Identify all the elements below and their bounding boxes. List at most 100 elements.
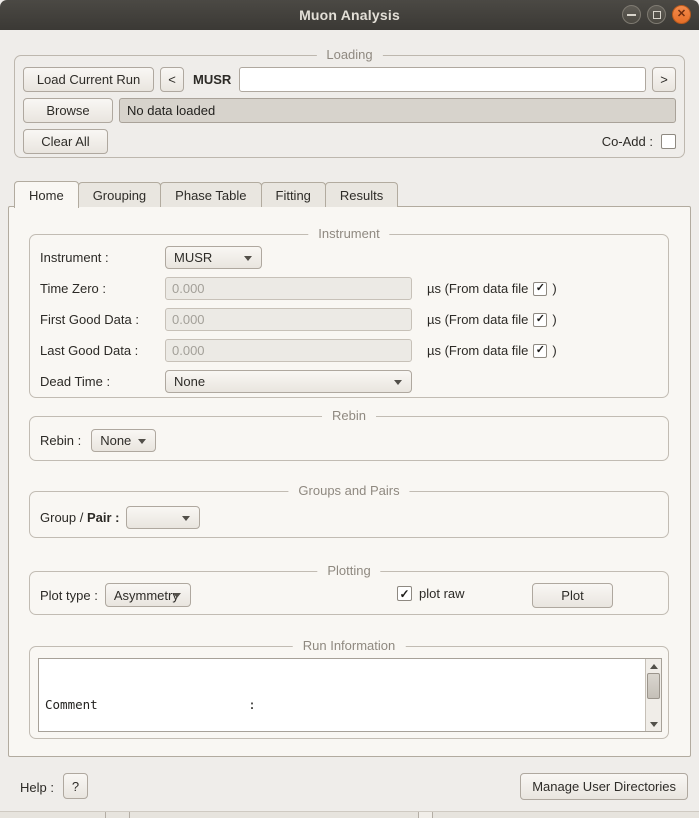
close-icon: ✕ — [677, 9, 686, 20]
tab-phase-table[interactable]: Phase Table — [160, 182, 261, 207]
run-information-textarea[interactable]: Comment : Start : Log not found End : Lo… — [38, 658, 662, 732]
scroll-up-icon — [650, 664, 658, 669]
help-label: Help : — [20, 780, 54, 795]
minimize-icon — [627, 14, 636, 16]
plot-raw-checkbox[interactable]: ✓ — [397, 586, 412, 601]
previous-run-button[interactable]: < — [160, 67, 184, 92]
check-icon: ✓ — [536, 283, 545, 294]
coadd-group: Co-Add : — [602, 134, 676, 149]
run-info-line-comment: Comment : — [45, 696, 641, 714]
plot-raw-label: plot raw — [419, 586, 465, 601]
dead-time-row: Dead Time : None — [40, 370, 658, 393]
rebin-row: Rebin : None — [40, 429, 658, 452]
tab-grouping[interactable]: Grouping — [78, 182, 161, 207]
time-zero-input[interactable] — [165, 277, 412, 300]
close-button[interactable]: ✕ — [672, 5, 691, 24]
background-window-fragment — [418, 812, 433, 818]
time-zero-label: Time Zero : — [40, 281, 165, 296]
first-good-data-input[interactable] — [165, 308, 412, 331]
plot-type-label: Plot type : — [40, 588, 98, 603]
time-zero-row: Time Zero : µs (From data file ✓ ) — [40, 277, 658, 300]
tab-results[interactable]: Results — [325, 182, 398, 207]
last-good-from-file-checkbox[interactable]: ✓ — [533, 344, 547, 358]
group-pair-row: Group / Pair : — [40, 506, 658, 529]
first-good-from-file-checkbox[interactable]: ✓ — [533, 313, 547, 327]
browse-button[interactable]: Browse — [23, 98, 113, 123]
time-zero-units: µs (From data file ✓ ) — [427, 281, 557, 296]
clear-all-button[interactable]: Clear All — [23, 129, 108, 154]
check-icon: ✓ — [536, 345, 545, 356]
background-window-edge — [0, 811, 699, 818]
instrument-prefix-label: MUSR — [193, 72, 231, 87]
last-good-data-label: Last Good Data : — [40, 343, 165, 358]
check-icon: ✓ — [536, 314, 545, 325]
units-close-paren: ) — [552, 281, 556, 296]
loading-row-clear: Clear All Co-Add : — [23, 129, 676, 154]
home-tab-panel: Instrument Instrument : MUSR Time Zero :… — [8, 206, 691, 757]
groups-pairs-legend: Groups and Pairs — [288, 483, 409, 498]
titlebar[interactable]: Muon Analysis ✕ — [0, 0, 699, 30]
main-tabbar: Home Grouping Phase Table Fitting Result… — [14, 181, 397, 207]
run-information-groupbox: Run Information Comment : Start : Log no… — [29, 646, 669, 739]
dropdown-arrow-icon — [173, 593, 181, 598]
run-information-text: Comment : Start : Log not found End : Lo… — [45, 660, 641, 731]
check-icon: ✓ — [399, 588, 409, 600]
first-good-data-row: First Good Data : µs (From data file ✓ ) — [40, 308, 658, 331]
scroll-down-button[interactable] — [646, 717, 661, 731]
coadd-label: Co-Add : — [602, 134, 653, 149]
units-text: µs (From data file — [427, 312, 528, 327]
last-good-data-input[interactable] — [165, 339, 412, 362]
coadd-checkbox[interactable] — [661, 134, 676, 149]
instrument-row: Instrument : MUSR — [40, 246, 658, 269]
help-button[interactable]: ? — [63, 773, 88, 799]
groups-pairs-groupbox: Groups and Pairs Group / Pair : — [29, 491, 669, 538]
plot-type-combobox[interactable]: Asymmetry — [105, 583, 191, 607]
rebin-legend: Rebin — [322, 408, 376, 423]
dead-time-combobox[interactable]: None — [165, 370, 412, 393]
dropdown-arrow-icon — [138, 439, 146, 444]
maximize-button[interactable] — [647, 5, 666, 24]
instrument-legend: Instrument — [308, 226, 389, 241]
manage-user-directories-button[interactable]: Manage User Directories — [520, 773, 688, 800]
load-current-run-button[interactable]: Load Current Run — [23, 67, 154, 92]
instrument-combobox[interactable]: MUSR — [165, 246, 262, 269]
time-zero-from-file-checkbox[interactable]: ✓ — [533, 282, 547, 296]
first-good-data-label: First Good Data : — [40, 312, 165, 327]
next-run-button[interactable]: > — [652, 67, 676, 92]
last-good-data-row: Last Good Data : µs (From data file ✓ ) — [40, 339, 658, 362]
plot-type-combobox-value: Asymmetry — [114, 588, 179, 603]
dropdown-arrow-icon — [182, 516, 190, 521]
scroll-up-button[interactable] — [646, 659, 661, 673]
loading-row-run: Load Current Run < MUSR > — [23, 67, 676, 92]
run-number-input[interactable] — [239, 67, 646, 92]
units-text: µs (From data file — [427, 281, 528, 296]
background-window-divider — [105, 812, 106, 818]
units-text: µs (From data file — [427, 343, 528, 358]
dead-time-combobox-value: None — [174, 374, 205, 389]
first-good-data-units: µs (From data file ✓ ) — [427, 312, 557, 327]
group-pair-label: Group / Pair : — [40, 510, 119, 525]
tab-fitting[interactable]: Fitting — [261, 182, 326, 207]
loading-groupbox: Loading Load Current Run < MUSR > Browse… — [14, 55, 685, 158]
plotting-groupbox: Plotting Plot type : Asymmetry ✓ plot ra… — [29, 571, 669, 615]
minimize-button[interactable] — [622, 5, 641, 24]
rebin-groupbox: Rebin Rebin : None — [29, 416, 669, 461]
tab-home[interactable]: Home — [14, 181, 79, 208]
maximize-icon — [653, 11, 661, 19]
dead-time-label: Dead Time : — [40, 374, 165, 389]
rebin-combobox[interactable]: None — [91, 429, 156, 452]
last-good-data-units: µs (From data file ✓ ) — [427, 343, 557, 358]
loaded-file-status-field: No data loaded — [119, 98, 676, 123]
rebin-label: Rebin : — [40, 433, 81, 448]
loading-legend: Loading — [316, 47, 382, 62]
scrollbar-thumb[interactable] — [647, 673, 660, 699]
group-pair-combobox[interactable] — [126, 506, 200, 529]
scroll-down-icon — [650, 722, 658, 727]
rebin-combobox-value: None — [100, 433, 131, 448]
instrument-label: Instrument : — [40, 250, 165, 265]
window-title: Muon Analysis — [299, 7, 400, 23]
muon-analysis-window: Muon Analysis ✕ Loading Load Current Run… — [0, 0, 699, 818]
plot-button[interactable]: Plot — [532, 583, 613, 608]
vertical-scrollbar[interactable] — [645, 659, 661, 731]
window-controls: ✕ — [622, 5, 691, 24]
